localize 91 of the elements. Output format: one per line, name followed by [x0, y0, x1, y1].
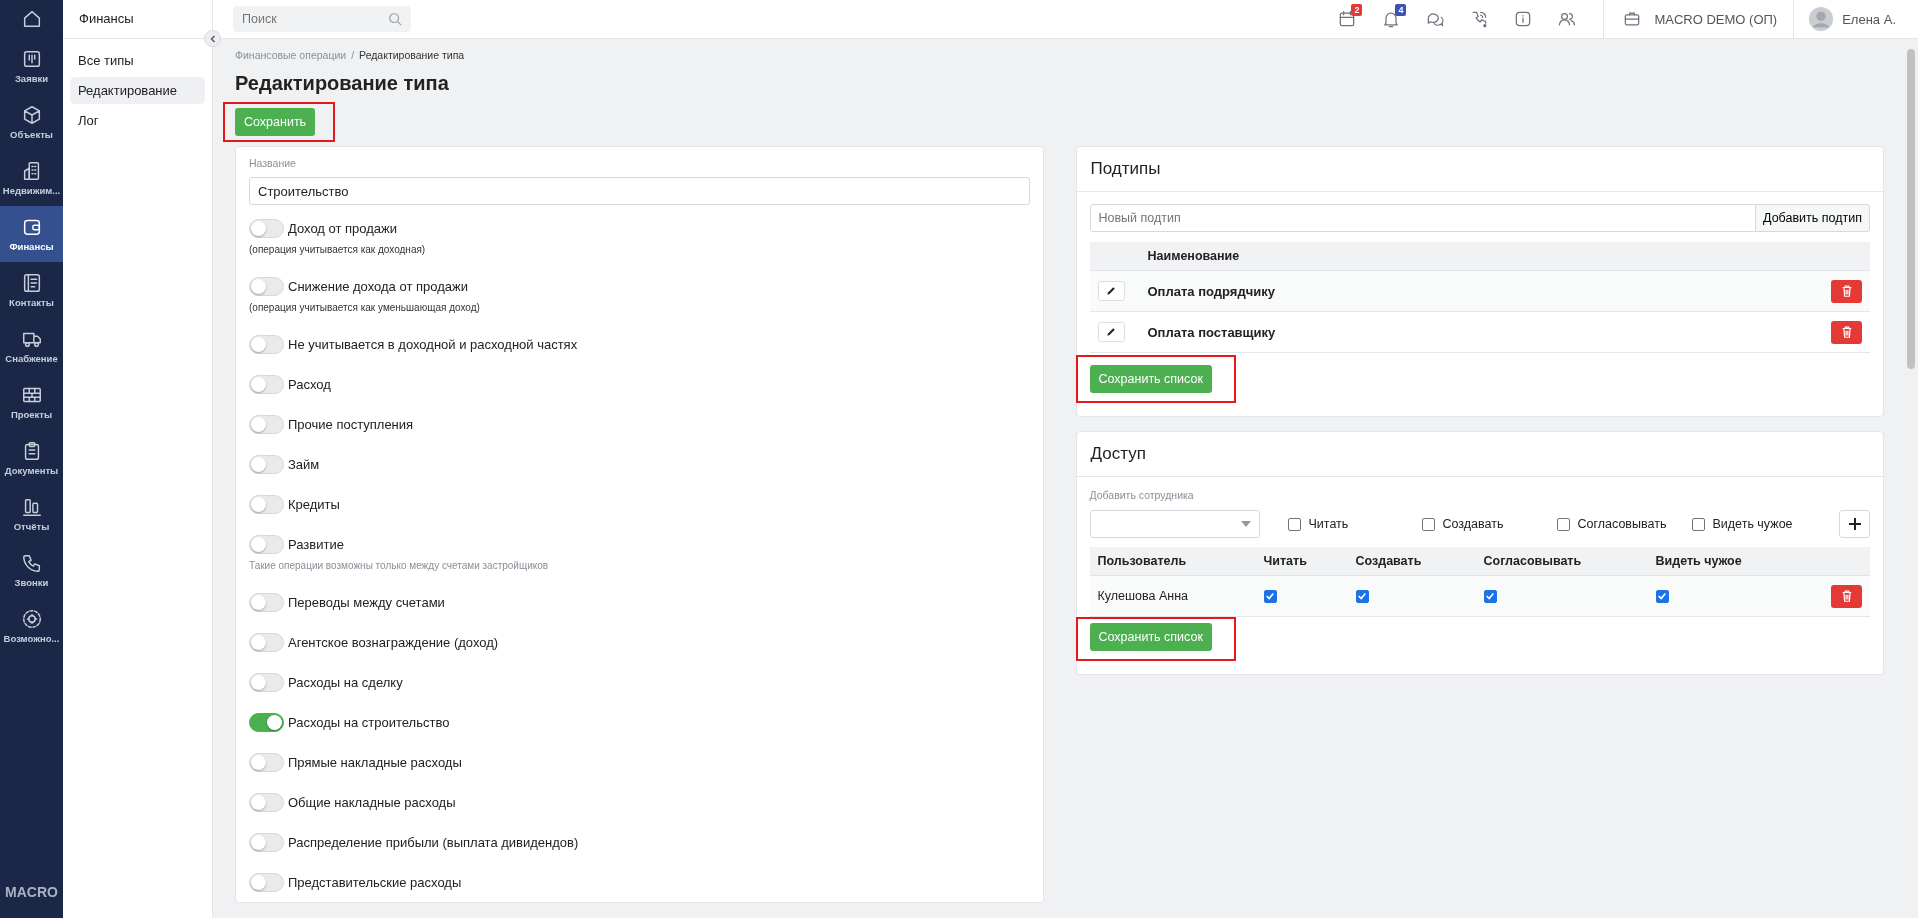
toggle-label: Доход от продажи	[288, 220, 398, 236]
table-cell-text: Кулешова Анна	[1097, 589, 1189, 603]
nav-item[interactable]: Финансы	[0, 206, 63, 262]
table-cell-text: Оплата подрядчику	[1147, 283, 1276, 299]
collapse-button[interactable]	[204, 30, 221, 47]
reports-icon	[20, 496, 43, 518]
column-header: Наименование	[1147, 249, 1241, 263]
nav-item[interactable]: Звонки	[0, 542, 63, 598]
checkbox[interactable]	[1355, 589, 1369, 603]
column-header: Пользователь	[1097, 554, 1188, 568]
checkbox[interactable]	[1691, 517, 1705, 531]
nav-item[interactable]: Проекты	[0, 374, 63, 430]
checkbox[interactable]	[1421, 517, 1435, 531]
toggle-label: Переводы между счетами	[288, 594, 445, 610]
card-title: Подтипы	[1076, 147, 1883, 192]
plus-icon	[1847, 517, 1862, 531]
caret-icon	[1240, 521, 1251, 527]
toggle-label: Снижение дохода от продажи	[288, 278, 468, 294]
hint-text: Такие операции возможны только между счетами застройщиков	[249, 559, 550, 573]
checkbox[interactable]	[1287, 517, 1301, 531]
sidebar-item[interactable]: Лог	[70, 107, 205, 134]
add-button[interactable]	[1839, 510, 1870, 538]
nav-item[interactable]: Недвижим...	[0, 150, 63, 206]
checkbox-label: Создавать	[1442, 517, 1504, 531]
field-label: Добавить сотрудника	[1089, 489, 1195, 501]
delete-button[interactable]	[1831, 320, 1862, 344]
search-icon	[388, 12, 402, 26]
checkbox-label: Согласовывать	[1577, 517, 1667, 531]
toggle-label: Расходы на сделку	[288, 674, 403, 690]
table-cell-text: Оплата поставщику	[1147, 324, 1277, 340]
avatar-icon	[1808, 6, 1835, 32]
column-header: Согласовывать	[1483, 554, 1583, 568]
sidebar-item[interactable]: Редактирование	[70, 77, 205, 104]
field-label: Название	[249, 157, 297, 169]
nav-item[interactable]: Снабжение	[0, 318, 63, 374]
count-badge: 4	[1395, 4, 1407, 16]
nav-item[interactable]: Контакты	[0, 262, 63, 318]
toggle-label: Представительские расходы	[288, 874, 462, 890]
toggle-label: Распределение прибыли (выплата дивидендов)	[288, 834, 579, 850]
subtype-input[interactable]: Новый подтип	[1089, 204, 1757, 232]
toggle-switch[interactable]	[249, 712, 284, 732]
column-header: Создавать	[1355, 554, 1423, 568]
checkbox[interactable]	[1483, 589, 1497, 603]
company-switcher[interactable]: MACRO DEMO (ОП)	[1603, 0, 1794, 38]
toggle-label: Агентское вознаграждение (доход)	[288, 634, 499, 650]
edit-button[interactable]	[1097, 281, 1125, 301]
toggle-label: Расходы на строительство	[288, 714, 450, 730]
app-logo: MACRO	[4, 884, 59, 902]
checkbox[interactable]	[1655, 589, 1669, 603]
delete-button[interactable]	[1831, 584, 1862, 608]
toggle-label: Общие накладные расходы	[288, 794, 456, 810]
name-input[interactable]: Строительство	[249, 177, 1030, 205]
gear-icon	[20, 608, 43, 630]
toggle-label: Займ	[288, 456, 320, 472]
toggle-label: Кредиты	[288, 496, 340, 512]
checkbox-label: Видеть чужое	[1712, 517, 1793, 531]
checkbox-label: Читать	[1308, 517, 1349, 531]
breadcrumb-separator: /	[351, 49, 355, 61]
page-title: Редактирование типа	[235, 71, 450, 96]
checkbox[interactable]	[1263, 589, 1277, 603]
user-menu[interactable]: Елена А.	[1793, 0, 1918, 38]
hint-text: (операция учитывается как доходная)	[249, 243, 427, 257]
breadcrumb-link[interactable]: Редактирование типа	[359, 49, 465, 61]
search-field[interactable]: Поиск	[233, 6, 411, 32]
checkbox[interactable]	[1556, 517, 1570, 531]
delete-button[interactable]	[1831, 279, 1862, 303]
pencil-icon	[1105, 326, 1117, 338]
toggle-label: Прочие поступления	[288, 416, 414, 432]
bell-button[interactable]: 4	[1377, 5, 1406, 33]
nav-item[interactable]: Возможно...	[0, 598, 63, 654]
phone-icon	[20, 552, 43, 574]
company-name: MACRO DEMO (ОП)	[1654, 11, 1778, 27]
edit-button[interactable]	[1097, 322, 1125, 342]
hint-text: (операция учитывается как уменьшающая доход)	[249, 301, 481, 315]
add-subtype-button[interactable]: Добавить подтип	[1756, 204, 1870, 232]
count-badge: 2	[1351, 4, 1363, 16]
toggle-label: Расход	[288, 376, 331, 392]
column-header: Читать	[1263, 554, 1308, 568]
pencil-icon	[1105, 285, 1117, 297]
nav-item[interactable]: Заявки	[0, 38, 63, 94]
column-header: Видеть чужое	[1655, 554, 1743, 568]
sidebar-item[interactable]: Все типы	[70, 47, 205, 74]
nav-item[interactable]: Объекты	[0, 94, 63, 150]
user-name: Елена А.	[1842, 11, 1896, 27]
toggle-label: Не учитывается в доходной и расходной частях	[288, 336, 578, 352]
nav-item[interactable]: Отчёты	[0, 486, 63, 542]
toggle-label: Развитие	[288, 536, 344, 552]
toggle-label: Прямые накладные расходы	[288, 754, 462, 770]
card-title: Доступ	[1076, 432, 1883, 477]
calendar-button[interactable]: 2	[1333, 5, 1362, 33]
nav-item[interactable]: Документы	[0, 430, 63, 486]
